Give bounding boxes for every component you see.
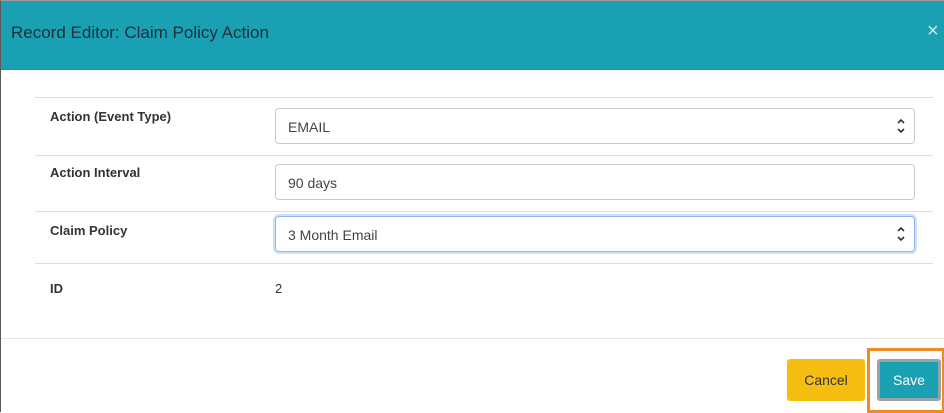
- dialog-header: Record Editor: Claim Policy Action ×: [1, 1, 944, 70]
- form-row-action-interval: Action Interval 90 days: [35, 155, 933, 212]
- footer-divider: [1, 338, 944, 339]
- up-down-chevron-icon: [896, 115, 906, 137]
- action-interval-input[interactable]: 90 days: [275, 164, 915, 200]
- action-event-type-select[interactable]: EMAIL: [275, 108, 915, 144]
- dialog-title: Record Editor: Claim Policy Action: [11, 23, 269, 42]
- id-value: 2: [275, 281, 283, 296]
- claim-policy-label: Claim Policy: [50, 223, 128, 238]
- save-button[interactable]: Save: [877, 359, 941, 401]
- record-editor-dialog: Record Editor: Claim Policy Action × Act…: [0, 0, 944, 413]
- action-event-type-label: Action (Event Type): [50, 109, 172, 124]
- close-icon[interactable]: ×: [927, 21, 939, 41]
- form-row-claim-policy: Claim Policy 3 Month Email: [35, 211, 933, 264]
- action-interval-value: 90 days: [288, 175, 338, 191]
- cancel-button[interactable]: Cancel: [787, 359, 865, 401]
- up-down-chevron-icon: [896, 223, 906, 245]
- form-row-id: ID 2: [35, 263, 933, 314]
- claim-policy-select[interactable]: 3 Month Email: [275, 216, 915, 252]
- dialog-body: Action (Event Type) EMAIL Action Interva…: [1, 70, 944, 338]
- action-event-type-value: EMAIL: [288, 119, 331, 135]
- id-label: ID: [50, 281, 63, 296]
- action-interval-label: Action Interval: [50, 165, 141, 180]
- claim-policy-value: 3 Month Email: [288, 227, 378, 243]
- form-row-action-event-type: Action (Event Type) EMAIL: [35, 97, 933, 156]
